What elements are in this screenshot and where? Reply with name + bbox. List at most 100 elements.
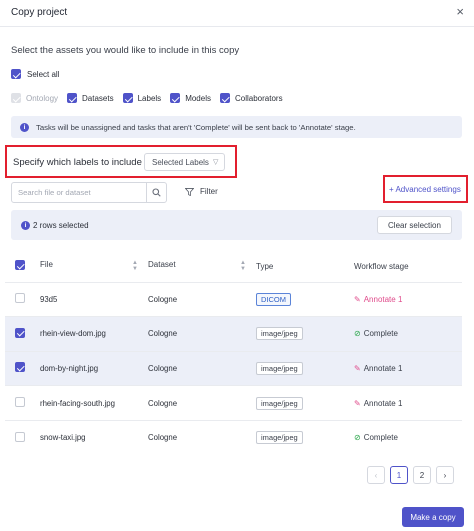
column-header-type: Type	[256, 251, 354, 282]
stage-cell: ✎ Annotate 1	[354, 282, 462, 317]
type-cell: image/jpeg	[256, 317, 354, 352]
row-checkbox[interactable]	[15, 397, 25, 408]
rows-selected-text: 2 rows selected	[33, 221, 89, 230]
file-cell: dom-by-night.jpg	[40, 363, 99, 373]
asset-labels[interactable]: Labels	[122, 93, 162, 103]
dialog-header: Copy project ×	[0, 0, 474, 27]
labels-option-label: Specify which labels to include	[13, 157, 142, 168]
checkbox-icon[interactable]	[219, 93, 230, 103]
table-row[interactable]: snow-taxi.jpg Cologne image/jpeg ⊘ Comple…	[5, 420, 462, 455]
select-all-checkbox[interactable]: Select all	[11, 69, 59, 79]
stage-cell: ⊘ Complete	[354, 317, 462, 352]
page-1-button[interactable]: 1	[390, 466, 408, 484]
checkbox-icon[interactable]	[11, 69, 21, 79]
sort-icon[interactable]: ▲ ▼	[132, 260, 138, 272]
header-checkbox-cell	[5, 251, 40, 282]
header-label: Type	[256, 261, 274, 271]
asset-models[interactable]: Models	[170, 93, 211, 103]
make-copy-button[interactable]: Make a copy	[402, 507, 464, 527]
column-header-dataset[interactable]: Dataset ▲ ▼	[148, 251, 256, 282]
labels-select-dropdown[interactable]: Selected Labels ▽	[144, 153, 225, 171]
filter-button[interactable]: Filter	[185, 187, 218, 196]
type-tag: image/jpeg	[256, 431, 303, 445]
file-cell: 93d5	[40, 294, 58, 304]
search-input[interactable]	[18, 186, 144, 199]
dataset-cell: Cologne	[148, 363, 178, 373]
asset-options: Ontology Datasets Labels Models Collabor…	[11, 93, 292, 103]
dataset-cell: Cologne	[148, 294, 178, 304]
type-cell: image/jpeg	[256, 386, 354, 421]
checkbox-icon[interactable]	[170, 93, 181, 103]
asset-label: Ontology	[26, 93, 59, 103]
next-page-button[interactable]: ›	[436, 466, 454, 484]
row-checkbox-cell	[5, 386, 40, 421]
row-checkbox[interactable]	[15, 362, 25, 373]
type-cell: image/jpeg	[256, 420, 354, 455]
table-row[interactable]: rhein-facing-south.jpg Cologne image/jpe…	[5, 385, 462, 421]
advanced-settings-link[interactable]: + Advanced settings	[389, 185, 461, 194]
type-tag: image/jpeg	[256, 396, 303, 410]
stage-indicator: ✎ Annotate 1	[354, 364, 402, 373]
chevron-down-icon: ▽	[212, 159, 219, 166]
pagination: ‹ 1 2 ›	[367, 466, 454, 484]
info-banner: i Tasks will be unassigned and tasks tha…	[11, 116, 462, 138]
search-button[interactable]	[146, 183, 166, 202]
checkbox-icon	[11, 93, 21, 103]
file-cell: rhein-view-dom.jpg	[40, 329, 106, 339]
stage-label: Complete	[363, 329, 398, 339]
stage-cell: ✎ Annotate 1	[354, 386, 462, 421]
stage-indicator: ✎ Annotate 1	[354, 399, 402, 408]
info-text: Tasks will be unassigned and tasks that …	[36, 122, 356, 132]
asset-label: Models	[185, 93, 211, 103]
header-label: Dataset	[148, 260, 176, 270]
clear-selection-button[interactable]: Clear selection	[377, 216, 452, 234]
row-checkbox[interactable]	[15, 431, 25, 442]
asset-collaborators[interactable]: Collaborators	[219, 93, 283, 103]
table-header-row: File ▲ ▼ Dataset ▲ ▼ Type Workflow stage	[5, 251, 462, 282]
table-row[interactable]: rhein-view-dom.jpg Cologne image/jpeg ⊘ C…	[5, 316, 462, 352]
intro-text: Select the assets you would like to incl…	[11, 45, 240, 56]
checkbox-icon[interactable]	[67, 93, 78, 103]
asset-label: Labels	[137, 93, 162, 103]
prev-page-button[interactable]: ‹	[367, 466, 385, 484]
asset-label: Collaborators	[234, 93, 283, 103]
select-all-rows-checkbox[interactable]	[15, 260, 25, 271]
type-tag: DICOM	[256, 292, 291, 306]
info-icon: i	[21, 221, 30, 230]
asset-ontology: Ontology	[11, 93, 58, 103]
table-row[interactable]: 93d5 Cologne DICOM ✎ Annotate 1	[5, 282, 462, 317]
close-icon[interactable]: ×	[456, 5, 464, 19]
asset-datasets[interactable]: Datasets	[67, 93, 114, 103]
dialog-title: Copy project	[11, 7, 68, 18]
row-checkbox[interactable]	[15, 293, 25, 304]
pencil-icon: ✎	[354, 294, 361, 304]
row-checkbox-cell	[5, 420, 40, 455]
file-cell: rhein-facing-south.jpg	[40, 398, 115, 408]
file-cell: snow-taxi.jpg	[40, 433, 86, 443]
row-checkbox-cell	[5, 351, 40, 386]
row-checkbox-cell	[5, 282, 40, 317]
dataset-cell: Cologne	[148, 433, 178, 443]
column-header-workflow-stage: Workflow stage	[354, 251, 462, 282]
pencil-icon: ✎	[354, 363, 361, 373]
filter-label: Filter	[200, 187, 218, 196]
type-cell: image/jpeg	[256, 351, 354, 386]
sort-icon[interactable]: ▲ ▼	[240, 260, 246, 272]
info-icon: i	[20, 122, 29, 132]
table-row[interactable]: dom-by-night.jpg Cologne image/jpeg ✎ Ann…	[5, 351, 462, 386]
stage-indicator: ⊘ Complete	[354, 433, 398, 442]
header-label: File	[40, 260, 53, 270]
files-table: File ▲ ▼ Dataset ▲ ▼ Type Workflow stage 9…	[5, 251, 462, 455]
column-header-file[interactable]: File ▲ ▼	[40, 251, 148, 282]
page-2-button[interactable]: 2	[413, 466, 431, 484]
stage-cell: ✎ Annotate 1	[354, 351, 462, 386]
row-checkbox[interactable]	[15, 327, 25, 338]
check-circle-icon: ⊘	[354, 433, 361, 443]
checkbox-icon[interactable]	[122, 93, 133, 103]
pencil-icon: ✎	[354, 398, 361, 408]
dataset-cell: Cologne	[148, 398, 178, 408]
advanced-settings-highlight: + Advanced settings	[383, 175, 468, 203]
type-tag: image/jpeg	[256, 361, 303, 375]
stage-label: Annotate 1	[363, 294, 403, 304]
stage-label: Annotate 1	[363, 363, 403, 373]
